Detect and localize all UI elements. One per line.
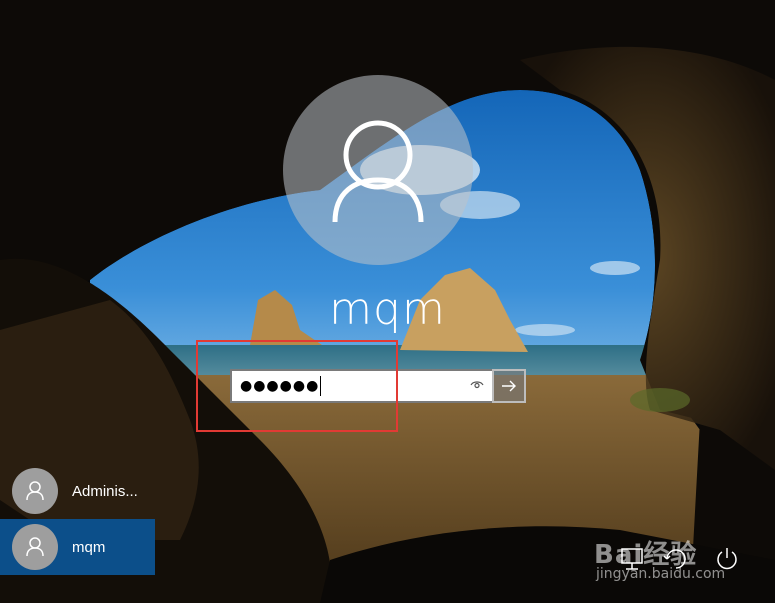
watermark-url: jingyan.baidu.com bbox=[596, 566, 726, 582]
annotation-highlight-box bbox=[196, 340, 398, 432]
user-icon bbox=[26, 537, 44, 557]
user-icon bbox=[26, 481, 44, 501]
arrow-right-icon bbox=[502, 380, 516, 392]
user-item-administrator[interactable]: Adminis... bbox=[0, 463, 155, 519]
submit-button[interactable] bbox=[492, 369, 526, 403]
user-item-label: Adminis... bbox=[72, 482, 138, 500]
user-item-label: mqm bbox=[72, 538, 106, 556]
eye-icon[interactable] bbox=[470, 380, 484, 390]
user-icon bbox=[332, 120, 424, 223]
mini-avatar bbox=[12, 468, 58, 514]
user-avatar-large bbox=[283, 75, 473, 265]
user-item-mqm[interactable]: mqm bbox=[0, 519, 155, 575]
username-display: mqm bbox=[329, 284, 446, 335]
watermark: Bai经验 jingyan.baidu.com bbox=[594, 516, 764, 586]
user-list: Adminis... mqm bbox=[0, 463, 155, 575]
mini-avatar bbox=[12, 524, 58, 570]
